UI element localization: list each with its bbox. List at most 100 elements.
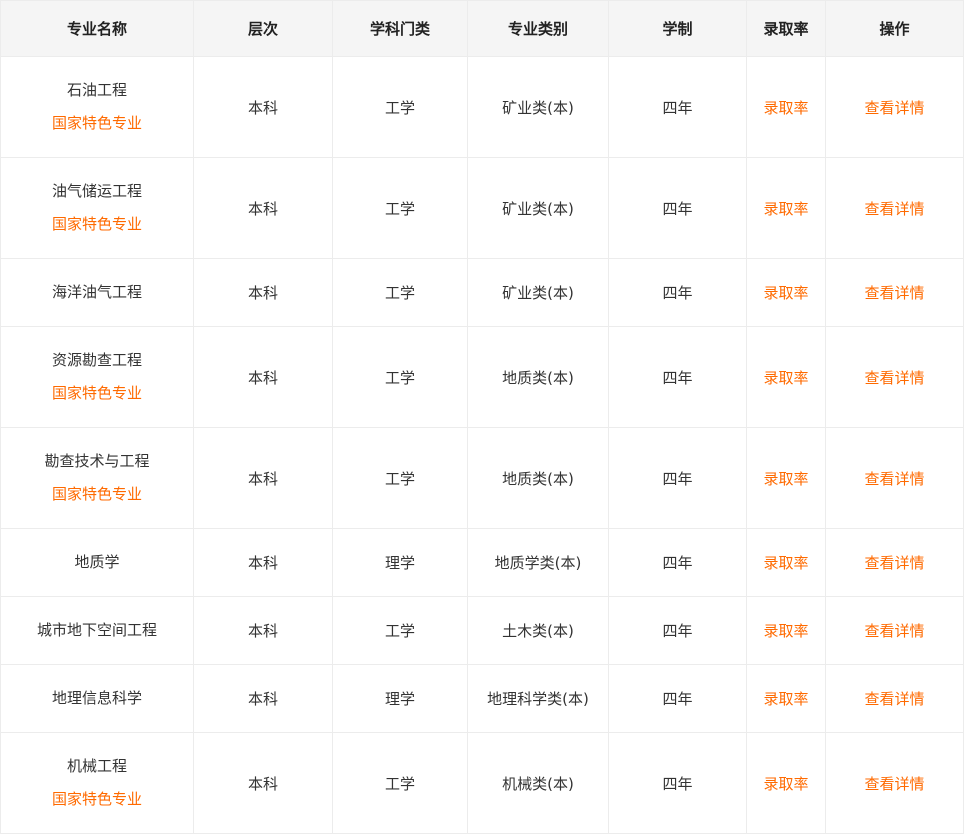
- major-name-cell: 资源勘查工程 国家特色专业: [0, 326, 194, 428]
- featured-badge: 国家特色专业: [51, 215, 142, 233]
- admission-cell: 录取率: [746, 427, 826, 529]
- major-name: 机械工程: [66, 757, 127, 775]
- duration-cell: 四年: [608, 664, 747, 733]
- duration-cell: 四年: [608, 732, 747, 834]
- duration-cell: 四年: [608, 56, 747, 158]
- duration-cell: 四年: [608, 326, 747, 428]
- header-duration: 学制: [608, 0, 747, 57]
- major-name: 勘查技术与工程: [44, 452, 150, 470]
- action-cell: 查看详情: [825, 528, 964, 597]
- action-cell: 查看详情: [825, 732, 964, 834]
- level-cell: 本科: [193, 664, 333, 733]
- discipline-cell: 工学: [332, 258, 468, 327]
- major-name: 海洋油气工程: [51, 283, 142, 301]
- action-cell: 查看详情: [825, 157, 964, 259]
- duration-cell: 四年: [608, 596, 747, 665]
- admission-rate-link[interactable]: 录取率: [763, 470, 808, 488]
- view-details-link[interactable]: 查看详情: [864, 470, 924, 488]
- action-cell: 查看详情: [825, 326, 964, 428]
- action-cell: 查看详情: [825, 258, 964, 327]
- view-details-link[interactable]: 查看详情: [864, 284, 924, 302]
- featured-badge: 国家特色专业: [51, 114, 142, 132]
- major-name: 油气储运工程: [51, 182, 142, 200]
- admission-rate-link[interactable]: 录取率: [763, 622, 808, 640]
- table-row: 资源勘查工程 国家特色专业 本科 工学 地质类(本) 四年 录取率 查看详情: [0, 326, 964, 428]
- view-details-link[interactable]: 查看详情: [864, 775, 924, 793]
- table-row: 海洋油气工程 本科 工学 矿业类(本) 四年 录取率 查看详情: [0, 258, 964, 327]
- table-row: 机械工程 国家特色专业 本科 工学 机械类(本) 四年 录取率 查看详情: [0, 732, 964, 834]
- majors-table: 专业名称 层次 学科门类 专业类别 学制 录取率 操作 石油工程 国家特色专业 本科…: [0, 0, 964, 834]
- discipline-cell: 工学: [332, 326, 468, 428]
- admission-rate-link[interactable]: 录取率: [763, 690, 808, 708]
- header-name: 专业名称: [0, 0, 194, 57]
- admission-rate-link[interactable]: 录取率: [763, 200, 808, 218]
- table-header: 专业名称 层次 学科门类 专业类别 学制 录取率 操作: [0, 0, 964, 57]
- header-row: 专业名称 层次 学科门类 专业类别 学制 录取率 操作: [0, 0, 964, 57]
- header-discipline: 学科门类: [332, 0, 468, 57]
- level-cell: 本科: [193, 732, 333, 834]
- admission-cell: 录取率: [746, 326, 826, 428]
- admission-cell: 录取率: [746, 258, 826, 327]
- action-cell: 查看详情: [825, 596, 964, 665]
- table-row: 城市地下空间工程 本科 工学 土木类(本) 四年 录取率 查看详情: [0, 596, 964, 665]
- view-details-link[interactable]: 查看详情: [864, 622, 924, 640]
- level-cell: 本科: [193, 596, 333, 665]
- table-row: 油气储运工程 国家特色专业 本科 工学 矿业类(本) 四年 录取率 查看详情: [0, 157, 964, 259]
- category-cell: 地质类(本): [467, 427, 609, 529]
- action-cell: 查看详情: [825, 56, 964, 158]
- major-name: 资源勘查工程: [51, 351, 142, 369]
- admission-rate-link[interactable]: 录取率: [763, 369, 808, 387]
- level-cell: 本科: [193, 427, 333, 529]
- table-row: 地质学 本科 理学 地质学类(本) 四年 录取率 查看详情: [0, 528, 964, 597]
- discipline-cell: 工学: [332, 427, 468, 529]
- admission-rate-link[interactable]: 录取率: [763, 284, 808, 302]
- table-row: 石油工程 国家特色专业 本科 工学 矿业类(本) 四年 录取率 查看详情: [0, 56, 964, 158]
- view-details-link[interactable]: 查看详情: [864, 690, 924, 708]
- major-name-cell: 城市地下空间工程: [0, 596, 194, 665]
- discipline-cell: 理学: [332, 664, 468, 733]
- duration-cell: 四年: [608, 258, 747, 327]
- discipline-cell: 工学: [332, 596, 468, 665]
- admission-rate-link[interactable]: 录取率: [763, 775, 808, 793]
- discipline-cell: 工学: [332, 732, 468, 834]
- header-admission: 录取率: [746, 0, 826, 57]
- view-details-link[interactable]: 查看详情: [864, 554, 924, 572]
- category-cell: 机械类(本): [467, 732, 609, 834]
- view-details-link[interactable]: 查看详情: [864, 99, 924, 117]
- featured-badge: 国家特色专业: [51, 790, 142, 808]
- major-name-cell: 石油工程国家特色专业: [0, 56, 194, 158]
- header-action: 操作: [825, 0, 964, 57]
- table-row: 地理信息科学 本科 理学 地理科学类(本) 四年 录取率 查看详情: [0, 664, 964, 733]
- major-name-cell: 勘查技术与工程 国家特色专业: [0, 427, 194, 529]
- featured-badge: 国家特色专业: [51, 384, 142, 402]
- level-cell: 本科: [193, 157, 333, 259]
- major-name: 地质学: [74, 553, 120, 571]
- major-name: 城市地下空间工程: [36, 621, 157, 639]
- level-cell: 本科: [193, 326, 333, 428]
- action-cell: 查看详情: [825, 664, 964, 733]
- major-name-cell: 油气储运工程 国家特色专业: [0, 157, 194, 259]
- category-cell: 地质学类(本): [467, 528, 609, 597]
- action-cell: 查看详情: [825, 427, 964, 529]
- table-row: 勘查技术与工程 国家特色专业 本科 工学 地质类(本) 四年 录取率 查看详情: [0, 427, 964, 529]
- duration-cell: 四年: [608, 157, 747, 259]
- major-name: 地理信息科学: [51, 689, 142, 707]
- admission-cell: 录取率: [746, 596, 826, 665]
- major-name-cell: 海洋油气工程: [0, 258, 194, 327]
- major-name-cell: 机械工程国家特色专业: [0, 732, 194, 834]
- category-cell: 土木类(本): [467, 596, 609, 665]
- admission-rate-link[interactable]: 录取率: [763, 99, 808, 117]
- level-cell: 本科: [193, 528, 333, 597]
- major-name: 石油工程: [66, 81, 127, 99]
- view-details-link[interactable]: 查看详情: [864, 369, 924, 387]
- admission-cell: 录取率: [746, 528, 826, 597]
- admission-rate-link[interactable]: 录取率: [763, 554, 808, 572]
- table-body: 石油工程 国家特色专业 本科 工学 矿业类(本) 四年 录取率 查看详情 油气储运工程 国家特色专…: [0, 56, 964, 834]
- header-level: 层次: [193, 0, 333, 57]
- view-details-link[interactable]: 查看详情: [864, 200, 924, 218]
- admission-cell: 录取率: [746, 664, 826, 733]
- duration-cell: 四年: [608, 528, 747, 597]
- discipline-cell: 工学: [332, 157, 468, 259]
- featured-badge: 国家特色专业: [51, 485, 142, 503]
- category-cell: 矿业类(本): [467, 56, 609, 158]
